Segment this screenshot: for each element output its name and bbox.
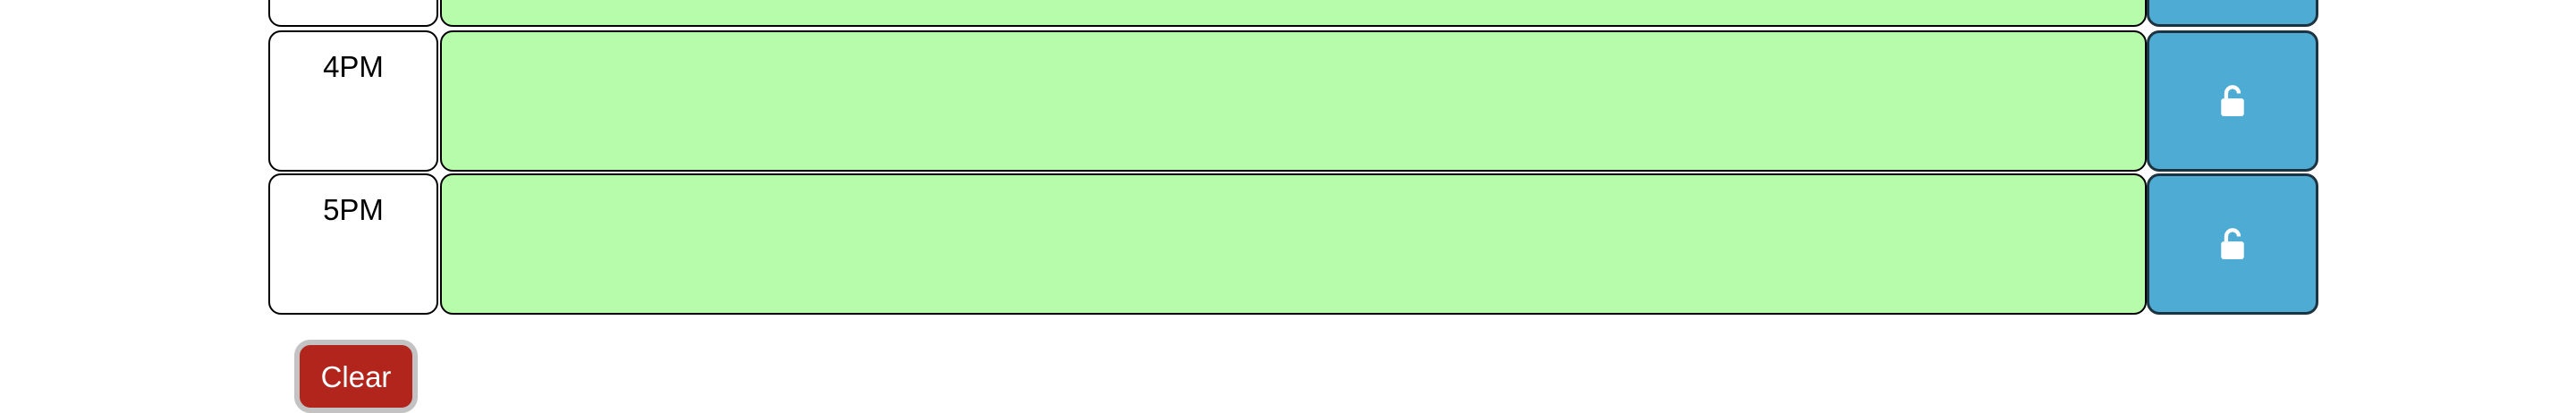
hour-label: 5PM — [268, 173, 438, 315]
time-block-row: 5PM — [268, 173, 2318, 316]
time-block-row: 4PM — [268, 30, 2318, 173]
task-textarea[interactable] — [440, 173, 2147, 315]
hour-label — [268, 0, 438, 27]
clear-button[interactable]: Clear — [294, 340, 418, 413]
task-textarea[interactable] — [440, 0, 2147, 27]
time-block-row — [268, 0, 2318, 29]
unlock-icon — [2221, 228, 2244, 259]
hour-label: 4PM — [268, 30, 438, 172]
save-button[interactable] — [2147, 173, 2318, 315]
save-button[interactable] — [2147, 30, 2318, 172]
unlock-icon — [2221, 85, 2244, 116]
task-textarea[interactable] — [440, 30, 2147, 172]
save-button[interactable] — [2147, 0, 2318, 27]
